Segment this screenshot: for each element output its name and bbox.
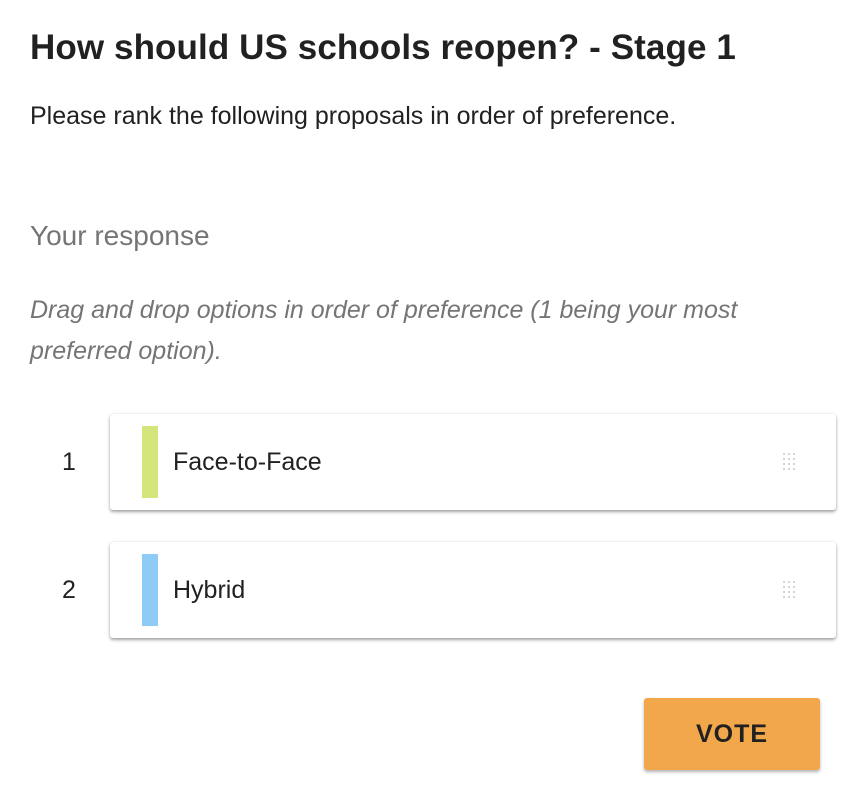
- page-title: How should US schools reopen? - Stage 1: [30, 28, 736, 67]
- ranked-option-row: 1 Face-to-Face: [0, 414, 866, 510]
- option-card-face-to-face[interactable]: Face-to-Face: [110, 414, 836, 510]
- rank-number: 1: [62, 448, 76, 476]
- option-color-bar: [142, 554, 158, 626]
- drag-drop-hint: Drag and drop options in order of prefer…: [30, 296, 738, 365]
- option-card-hybrid[interactable]: Hybrid: [110, 542, 836, 638]
- rank-number: 2: [62, 576, 76, 604]
- response-heading: Your response: [30, 220, 210, 251]
- ranked-option-row: 2 Hybrid: [0, 542, 866, 638]
- vote-button[interactable]: VOTE: [644, 698, 820, 770]
- option-color-bar: [142, 426, 158, 498]
- poll-instructions: Please rank the following proposals in o…: [30, 102, 677, 130]
- drag-handle-icon[interactable]: [783, 453, 797, 471]
- option-label: Face-to-Face: [173, 448, 322, 476]
- option-label: Hybrid: [173, 576, 246, 604]
- drag-handle-icon[interactable]: [783, 581, 797, 599]
